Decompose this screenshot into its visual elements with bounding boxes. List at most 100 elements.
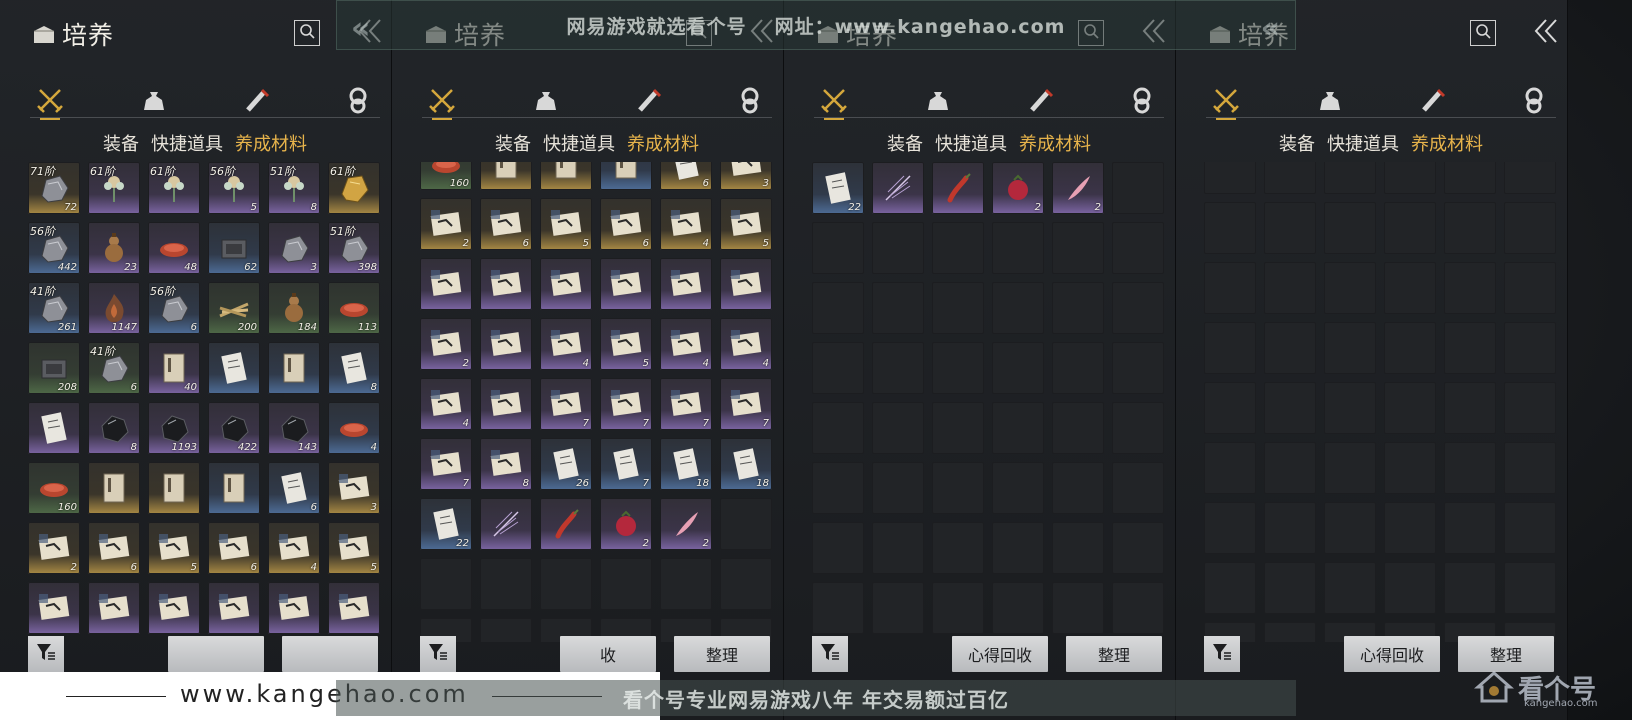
item-slot-pepper[interactable] bbox=[932, 162, 984, 214]
empty-slot[interactable] bbox=[872, 462, 924, 514]
item-slot-scroll[interactable] bbox=[88, 582, 140, 634]
item-slot-scroll[interactable]: 6 bbox=[480, 198, 532, 250]
item-slot-box[interactable]: 208 bbox=[28, 342, 80, 394]
empty-slot[interactable] bbox=[992, 222, 1044, 274]
empty-slot[interactable] bbox=[1204, 322, 1256, 374]
item-slot-scroll[interactable]: 5 bbox=[720, 198, 772, 250]
empty-slot[interactable] bbox=[1264, 162, 1316, 194]
recycle-button[interactable] bbox=[168, 636, 264, 672]
item-slot-book[interactable] bbox=[600, 162, 652, 190]
empty-slot[interactable] bbox=[932, 282, 984, 334]
empty-slot[interactable] bbox=[1504, 262, 1556, 314]
recycle-button[interactable]: 心得回收 bbox=[1344, 636, 1440, 672]
item-slot-paper[interactable] bbox=[208, 342, 260, 394]
empty-slot[interactable] bbox=[1264, 562, 1316, 614]
item-slot-book[interactable] bbox=[480, 162, 532, 190]
item-slot-scroll[interactable]: 6 bbox=[208, 522, 260, 574]
empty-slot[interactable] bbox=[1204, 382, 1256, 434]
item-slot-berry[interactable]: 2 bbox=[992, 162, 1044, 214]
item-slot-scroll[interactable] bbox=[480, 378, 532, 430]
empty-slot[interactable] bbox=[1444, 202, 1496, 254]
item-slot-stone[interactable]: 56阶 6 bbox=[148, 282, 200, 334]
item-slot-flower[interactable]: 61阶 bbox=[148, 162, 200, 214]
empty-slot[interactable] bbox=[812, 522, 864, 574]
empty-slot[interactable] bbox=[872, 342, 924, 394]
empty-slot[interactable] bbox=[1264, 622, 1316, 642]
item-slot-stone[interactable]: 71阶 72 bbox=[28, 162, 80, 214]
item-slot-paper[interactable]: 22 bbox=[420, 498, 472, 550]
empty-slot[interactable] bbox=[1444, 382, 1496, 434]
item-slot-scroll[interactable]: 6 bbox=[88, 522, 140, 574]
tab-quick-items[interactable]: 快捷道具 bbox=[1327, 134, 1399, 155]
item-slot-scroll[interactable]: 5 bbox=[600, 318, 652, 370]
sort-button[interactable]: 整理 bbox=[1066, 636, 1162, 672]
item-slot-book[interactable]: 40 bbox=[148, 342, 200, 394]
item-slot-stone[interactable]: 41阶 6 bbox=[88, 342, 140, 394]
empty-slot[interactable] bbox=[992, 582, 1044, 634]
empty-slot[interactable] bbox=[1264, 382, 1316, 434]
empty-slot[interactable] bbox=[1504, 202, 1556, 254]
item-slot-scroll[interactable]: 7 bbox=[720, 378, 772, 430]
item-slot-scroll[interactable]: 7 bbox=[540, 378, 592, 430]
item-slot-scroll[interactable] bbox=[600, 258, 652, 310]
tab-quick-items[interactable]: 快捷道具 bbox=[935, 134, 1007, 155]
tab-quick-items[interactable]: 快捷道具 bbox=[543, 134, 615, 155]
item-slot-stone[interactable]: 3 bbox=[268, 222, 320, 274]
empty-slot[interactable] bbox=[992, 282, 1044, 334]
empty-slot[interactable] bbox=[1444, 162, 1496, 194]
item-slot-scroll[interactable]: 6 bbox=[600, 198, 652, 250]
empty-slot[interactable] bbox=[992, 522, 1044, 574]
item-slot-stone[interactable]: 51阶 398 bbox=[328, 222, 380, 274]
pouch-icon[interactable] bbox=[140, 86, 168, 114]
item-slot-book[interactable] bbox=[88, 462, 140, 514]
item-slot-scroll[interactable]: 7 bbox=[660, 378, 712, 430]
item-slot-scroll[interactable] bbox=[480, 258, 532, 310]
empty-slot[interactable] bbox=[720, 558, 772, 610]
item-slot-paper[interactable]: 6 bbox=[660, 162, 712, 190]
empty-slot[interactable] bbox=[1264, 202, 1316, 254]
empty-slot[interactable] bbox=[1384, 262, 1436, 314]
item-slot-flower[interactable]: 56阶 5 bbox=[208, 162, 260, 214]
item-slot-feather2[interactable]: 2 bbox=[1052, 162, 1104, 214]
item-slot-paper[interactable]: 8 bbox=[328, 342, 380, 394]
empty-slot[interactable] bbox=[872, 282, 924, 334]
item-slot-scroll[interactable]: 3 bbox=[328, 462, 380, 514]
empty-slot[interactable] bbox=[872, 402, 924, 454]
empty-slot[interactable] bbox=[1264, 322, 1316, 374]
empty-slot[interactable] bbox=[1444, 502, 1496, 554]
item-slot-black-stone[interactable]: 8 bbox=[88, 402, 140, 454]
empty-slot[interactable] bbox=[660, 558, 712, 610]
tab-quick-items[interactable]: 快捷道具 bbox=[151, 134, 223, 155]
item-slot-scroll[interactable]: 4 bbox=[420, 378, 472, 430]
item-slot-dish[interactable]: 48 bbox=[148, 222, 200, 274]
item-slot-paper[interactable]: 26 bbox=[540, 438, 592, 490]
item-slot-dish[interactable]: 113 bbox=[328, 282, 380, 334]
filter-button[interactable] bbox=[28, 636, 64, 672]
empty-slot[interactable] bbox=[1324, 502, 1376, 554]
tab-equip[interactable]: 装备 bbox=[887, 134, 923, 155]
empty-slot[interactable] bbox=[1384, 322, 1436, 374]
item-slot-scroll[interactable] bbox=[420, 258, 472, 310]
empty-slot[interactable] bbox=[1264, 262, 1316, 314]
tab-equip[interactable]: 装备 bbox=[103, 134, 139, 155]
empty-slot[interactable] bbox=[1204, 202, 1256, 254]
item-slot-paper[interactable]: 18 bbox=[660, 438, 712, 490]
pouch-icon[interactable] bbox=[1316, 86, 1344, 114]
item-slot-scroll[interactable]: 3 bbox=[720, 162, 772, 190]
empty-slot[interactable] bbox=[1112, 462, 1164, 514]
item-slot-feather2[interactable]: 2 bbox=[660, 498, 712, 550]
item-slot-scroll[interactable]: 4 bbox=[660, 198, 712, 250]
empty-slot[interactable] bbox=[1204, 442, 1256, 494]
scroll-icon[interactable] bbox=[242, 86, 270, 114]
item-slot-dish[interactable]: 4 bbox=[328, 402, 380, 454]
item-slot-scroll[interactable]: 4 bbox=[268, 522, 320, 574]
empty-slot[interactable] bbox=[1384, 162, 1436, 194]
empty-slot[interactable] bbox=[480, 558, 532, 610]
empty-slot[interactable] bbox=[480, 618, 532, 642]
item-slot-scroll[interactable] bbox=[480, 318, 532, 370]
sort-button[interactable]: 整理 bbox=[674, 636, 770, 672]
empty-slot[interactable] bbox=[1112, 522, 1164, 574]
crossed-swords-icon[interactable] bbox=[428, 86, 456, 120]
tab-materials[interactable]: 养成材料 bbox=[235, 134, 307, 155]
item-slot-stone[interactable]: 41阶 261 bbox=[28, 282, 80, 334]
